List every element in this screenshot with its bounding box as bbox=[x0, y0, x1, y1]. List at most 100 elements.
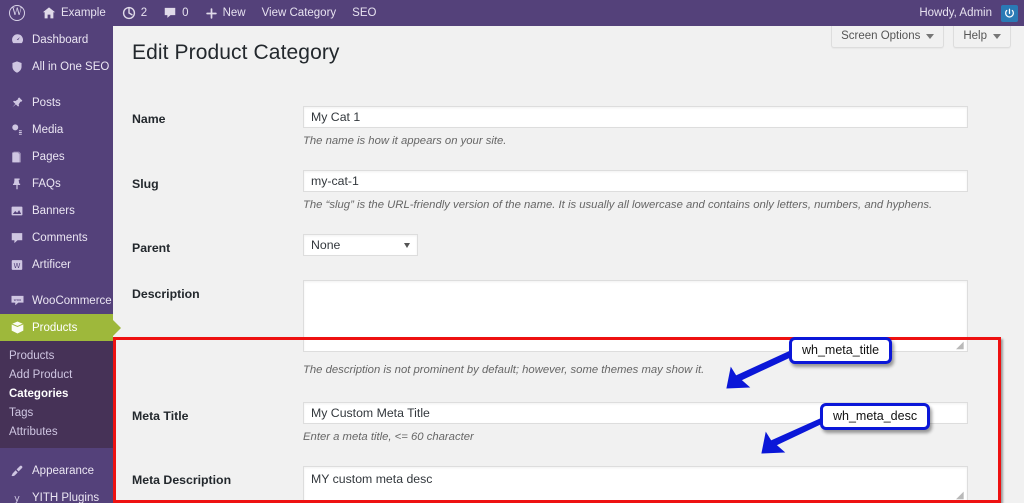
chevron-down-icon bbox=[926, 33, 935, 39]
pin-icon bbox=[9, 176, 25, 192]
sidebar-item-label: Pages bbox=[32, 150, 65, 163]
site-name-menu[interactable]: Example bbox=[34, 0, 114, 26]
shield-icon bbox=[9, 59, 25, 75]
updates-count: 2 bbox=[140, 7, 148, 19]
sidebar-item-media[interactable]: Media bbox=[0, 116, 113, 143]
meta-description-value: MY custom meta desc bbox=[311, 472, 433, 486]
sidebar-item-products[interactable]: Products bbox=[0, 314, 121, 341]
wordpress-logo-icon bbox=[9, 5, 25, 21]
box-icon bbox=[9, 320, 25, 336]
sidebar-item-label: Posts bbox=[32, 96, 61, 109]
screen-options-label: Screen Options bbox=[841, 30, 921, 42]
sidebar-item-label: Banners bbox=[32, 204, 75, 217]
svg-text:W: W bbox=[14, 261, 21, 269]
sidebar-item-label: Products bbox=[32, 321, 78, 334]
wordpress-admin-screen: Example 2 0 bbox=[0, 0, 1024, 503]
sidebar-item-faqs[interactable]: FAQs bbox=[0, 170, 113, 197]
yith-icon: y bbox=[9, 490, 25, 503]
sidebar-item-posts[interactable]: Posts bbox=[0, 89, 113, 116]
comments-count: 0 bbox=[182, 7, 189, 19]
w-block-icon: W bbox=[9, 257, 25, 273]
parent-select-value: None bbox=[311, 238, 341, 252]
name-input[interactable] bbox=[303, 106, 968, 128]
description-help: The description is not prominent by defa… bbox=[303, 364, 705, 376]
brush-icon bbox=[9, 463, 25, 479]
submenu-item-products[interactable]: Products bbox=[0, 346, 113, 365]
power-logout-icon[interactable] bbox=[1001, 4, 1018, 22]
updates-icon bbox=[122, 6, 136, 20]
svg-text:y: y bbox=[14, 493, 20, 503]
meta-title-description: Enter a meta title, <= 60 character bbox=[303, 431, 474, 443]
sidebar-item-label: Media bbox=[32, 123, 64, 136]
slug-input[interactable] bbox=[303, 170, 968, 192]
home-icon bbox=[42, 6, 56, 20]
new-content-menu[interactable]: New bbox=[197, 0, 254, 26]
new-content-label: New bbox=[222, 7, 246, 19]
submenu-item-attributes[interactable]: Attributes bbox=[0, 422, 113, 441]
resize-grip-icon[interactable]: ◢ bbox=[956, 491, 965, 501]
parent-label: Parent bbox=[132, 241, 171, 255]
sidebar-item-label: FAQs bbox=[32, 177, 61, 190]
dashboard-icon bbox=[9, 32, 25, 48]
view-category-label: View Category bbox=[261, 7, 337, 19]
seo-menu[interactable]: SEO bbox=[344, 0, 384, 26]
sidebar-item-banners[interactable]: Banners bbox=[0, 197, 113, 224]
sidebar-item-label: All in One SEO bbox=[32, 60, 110, 73]
sidebar-item-yith-plugins[interactable]: y YITH Plugins bbox=[0, 484, 113, 503]
sidebar-item-woocommerce[interactable]: woo WooCommerce bbox=[0, 287, 113, 314]
my-account-menu[interactable]: Howdy, Admin bbox=[911, 0, 994, 26]
admin-bar: Example 2 0 bbox=[0, 0, 1024, 26]
sidebar-item-appearance[interactable]: Appearance bbox=[0, 457, 113, 484]
products-submenu: Products Add Product Categories Tags Att… bbox=[0, 341, 113, 448]
help-button[interactable]: Help bbox=[953, 26, 1011, 48]
page-title: Edit Product Category bbox=[132, 41, 340, 64]
svg-text:woo: woo bbox=[13, 298, 21, 302]
seo-label: SEO bbox=[352, 7, 377, 19]
sidebar-item-all-in-one-seo[interactable]: All in One SEO bbox=[0, 53, 113, 80]
main-content-area: Screen Options Help Edit Product Categor… bbox=[113, 26, 1024, 503]
submenu-item-tags[interactable]: Tags bbox=[0, 403, 113, 422]
parent-select[interactable]: None bbox=[303, 234, 418, 256]
slug-description: The “slug” is the URL-friendly version o… bbox=[303, 199, 933, 211]
description-textarea[interactable]: ◢ bbox=[303, 280, 968, 352]
sidebar-item-label: YITH Plugins bbox=[32, 491, 100, 503]
screen-options-button[interactable]: Screen Options bbox=[831, 26, 945, 48]
sidebar-item-label: WooCommerce bbox=[32, 294, 112, 307]
sidebar-item-comments[interactable]: Comments bbox=[0, 224, 113, 251]
sidebar-separator bbox=[0, 278, 113, 287]
help-label: Help bbox=[963, 30, 987, 42]
comments-menu[interactable]: 0 bbox=[155, 0, 196, 26]
admin-sidebar-menu[interactable]: Dashboard All in One SEO Posts Media Pag… bbox=[0, 26, 121, 503]
sidebar-item-pages[interactable]: Pages bbox=[0, 143, 113, 170]
sidebar-separator bbox=[0, 80, 113, 89]
updates-menu[interactable]: 2 bbox=[114, 0, 155, 26]
view-category-link[interactable]: View Category bbox=[254, 0, 345, 26]
woo-icon: woo bbox=[9, 293, 25, 309]
sidebar-item-artificer[interactable]: W Artificer bbox=[0, 251, 113, 278]
sidebar-item-label: Artificer bbox=[32, 258, 71, 271]
resize-grip-icon[interactable]: ◢ bbox=[956, 341, 965, 351]
meta-description-label: Meta Description bbox=[132, 473, 232, 487]
plus-icon bbox=[205, 7, 218, 20]
submenu-item-add-product[interactable]: Add Product bbox=[0, 365, 113, 384]
chevron-down-icon bbox=[404, 242, 410, 248]
meta-title-label: Meta Title bbox=[132, 409, 189, 423]
sidebar-item-label: Dashboard bbox=[32, 33, 89, 46]
wordpress-logo-menu[interactable] bbox=[0, 0, 34, 26]
screen-meta-buttons: Screen Options Help bbox=[831, 26, 1011, 48]
howdy-label: Howdy, Admin bbox=[919, 7, 992, 19]
media-icon bbox=[9, 122, 25, 138]
pin-icon bbox=[9, 95, 25, 111]
sidebar-item-dashboard[interactable]: Dashboard bbox=[0, 26, 113, 53]
pages-icon bbox=[9, 149, 25, 165]
meta-description-textarea[interactable]: MY custom meta desc ◢ bbox=[303, 466, 968, 502]
sidebar-item-label: Comments bbox=[32, 231, 88, 244]
meta-title-input[interactable] bbox=[303, 402, 968, 424]
submenu-item-categories[interactable]: Categories bbox=[0, 384, 113, 403]
description-label: Description bbox=[132, 287, 200, 301]
chevron-down-icon bbox=[993, 33, 1001, 39]
comment-bubble-icon bbox=[9, 230, 25, 246]
slug-label: Slug bbox=[132, 177, 159, 191]
image-icon bbox=[9, 203, 25, 219]
comment-bubble-icon bbox=[163, 6, 177, 20]
